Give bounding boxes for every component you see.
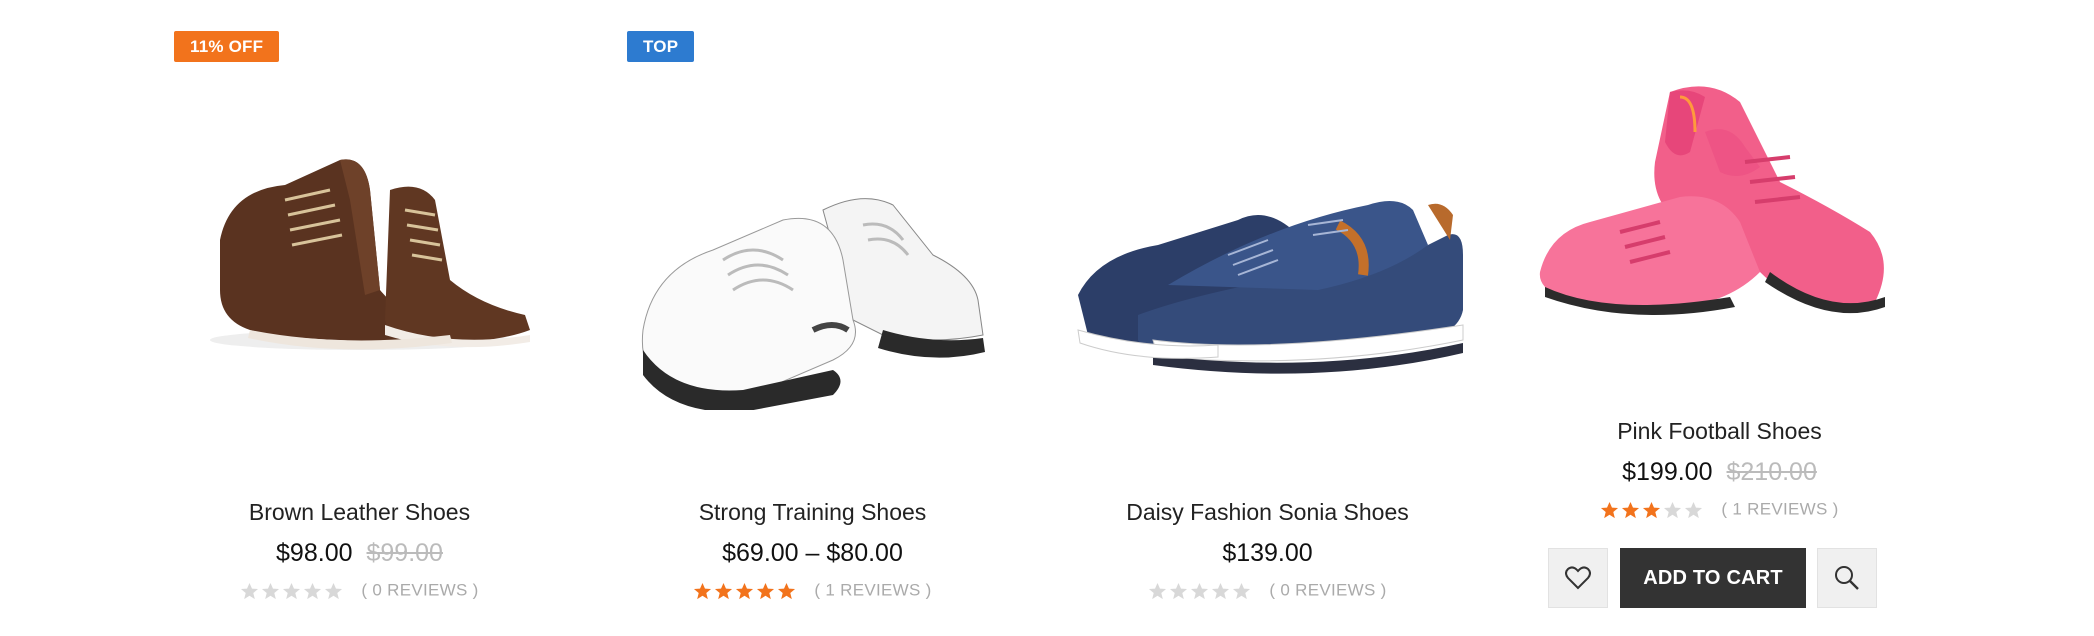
current-price: $199.00 <box>1622 458 1713 486</box>
review-count[interactable]: ( 1 REVIEWS ) <box>814 581 931 600</box>
top-badge: TOP <box>627 31 695 62</box>
product-name[interactable]: Strong Training Shoes <box>585 499 1040 526</box>
current-price: $139.00 <box>1222 539 1313 567</box>
old-price: $210.00 <box>1726 458 1817 486</box>
star-rating <box>693 581 798 601</box>
product-rating: ( 1 REVIEWS ) <box>585 580 1040 601</box>
add-to-cart-button[interactable]: ADD TO CART <box>1620 548 1806 608</box>
current-price: $98.00 <box>276 539 353 567</box>
product-price: $98.00 $99.00 <box>132 539 587 568</box>
product-name[interactable]: Brown Leather Shoes <box>132 499 587 526</box>
product-image[interactable] <box>1530 72 1910 322</box>
star-empty-icon <box>283 582 301 599</box>
star-rating <box>1600 500 1705 520</box>
star-empty-icon <box>262 582 280 599</box>
star-filled-icon <box>757 582 775 599</box>
star-empty-icon <box>304 582 322 599</box>
product-card[interactable]: TOP Strong Training Shoes $69.00 – $80.0… <box>585 0 1040 636</box>
review-count[interactable]: ( 0 REVIEWS ) <box>361 581 478 600</box>
product-grid: 11% OFF Brown Leather Shoes $98.00 $99.00… <box>0 0 2094 636</box>
review-count[interactable]: ( 1 REVIEWS ) <box>1721 500 1838 519</box>
old-price: $99.00 <box>366 539 443 567</box>
star-filled-icon <box>778 582 796 599</box>
star-empty-icon <box>1191 582 1209 599</box>
product-image[interactable] <box>1068 165 1468 375</box>
search-icon <box>1835 566 1859 590</box>
discount-badge: 11% OFF <box>174 31 280 62</box>
star-filled-icon <box>1643 501 1661 518</box>
product-price: $69.00 – $80.00 <box>585 539 1040 568</box>
star-filled-icon <box>694 582 712 599</box>
product-price: $139.00 <box>1040 539 1495 568</box>
star-rating <box>240 581 345 601</box>
star-rating <box>1148 581 1253 601</box>
star-filled-icon <box>715 582 733 599</box>
product-price: $199.00 $210.00 <box>1492 458 1947 487</box>
star-filled-icon <box>1622 501 1640 518</box>
star-empty-icon <box>1170 582 1188 599</box>
heart-icon <box>1565 566 1591 590</box>
product-rating: ( 0 REVIEWS ) <box>132 580 587 601</box>
quick-view-button[interactable] <box>1817 548 1877 608</box>
product-rating: ( 0 REVIEWS ) <box>1040 580 1495 601</box>
star-empty-icon <box>1685 501 1703 518</box>
review-count[interactable]: ( 0 REVIEWS ) <box>1269 581 1386 600</box>
star-filled-icon <box>736 582 754 599</box>
star-empty-icon <box>1233 582 1251 599</box>
product-actions: ADD TO CART <box>1548 548 1878 608</box>
product-image[interactable] <box>190 130 530 360</box>
star-empty-icon <box>1664 501 1682 518</box>
product-rating: ( 1 REVIEWS ) <box>1492 499 1947 520</box>
product-card[interactable]: 11% OFF Brown Leather Shoes $98.00 $99.00… <box>132 0 587 636</box>
product-card[interactable]: Pink Football Shoes $199.00 $210.00 ( 1 R… <box>1492 0 1947 636</box>
star-empty-icon <box>241 582 259 599</box>
product-name[interactable]: Pink Football Shoes <box>1492 418 1947 445</box>
product-image[interactable] <box>633 180 993 410</box>
star-filled-icon <box>1601 501 1619 518</box>
star-empty-icon <box>1212 582 1230 599</box>
star-empty-icon <box>1149 582 1167 599</box>
star-empty-icon <box>325 582 343 599</box>
wishlist-button[interactable] <box>1548 548 1608 608</box>
product-card[interactable]: Daisy Fashion Sonia Shoes $139.00 ( 0 RE… <box>1040 0 1495 636</box>
current-price: $69.00 – $80.00 <box>722 539 903 567</box>
product-name[interactable]: Daisy Fashion Sonia Shoes <box>1040 499 1495 526</box>
